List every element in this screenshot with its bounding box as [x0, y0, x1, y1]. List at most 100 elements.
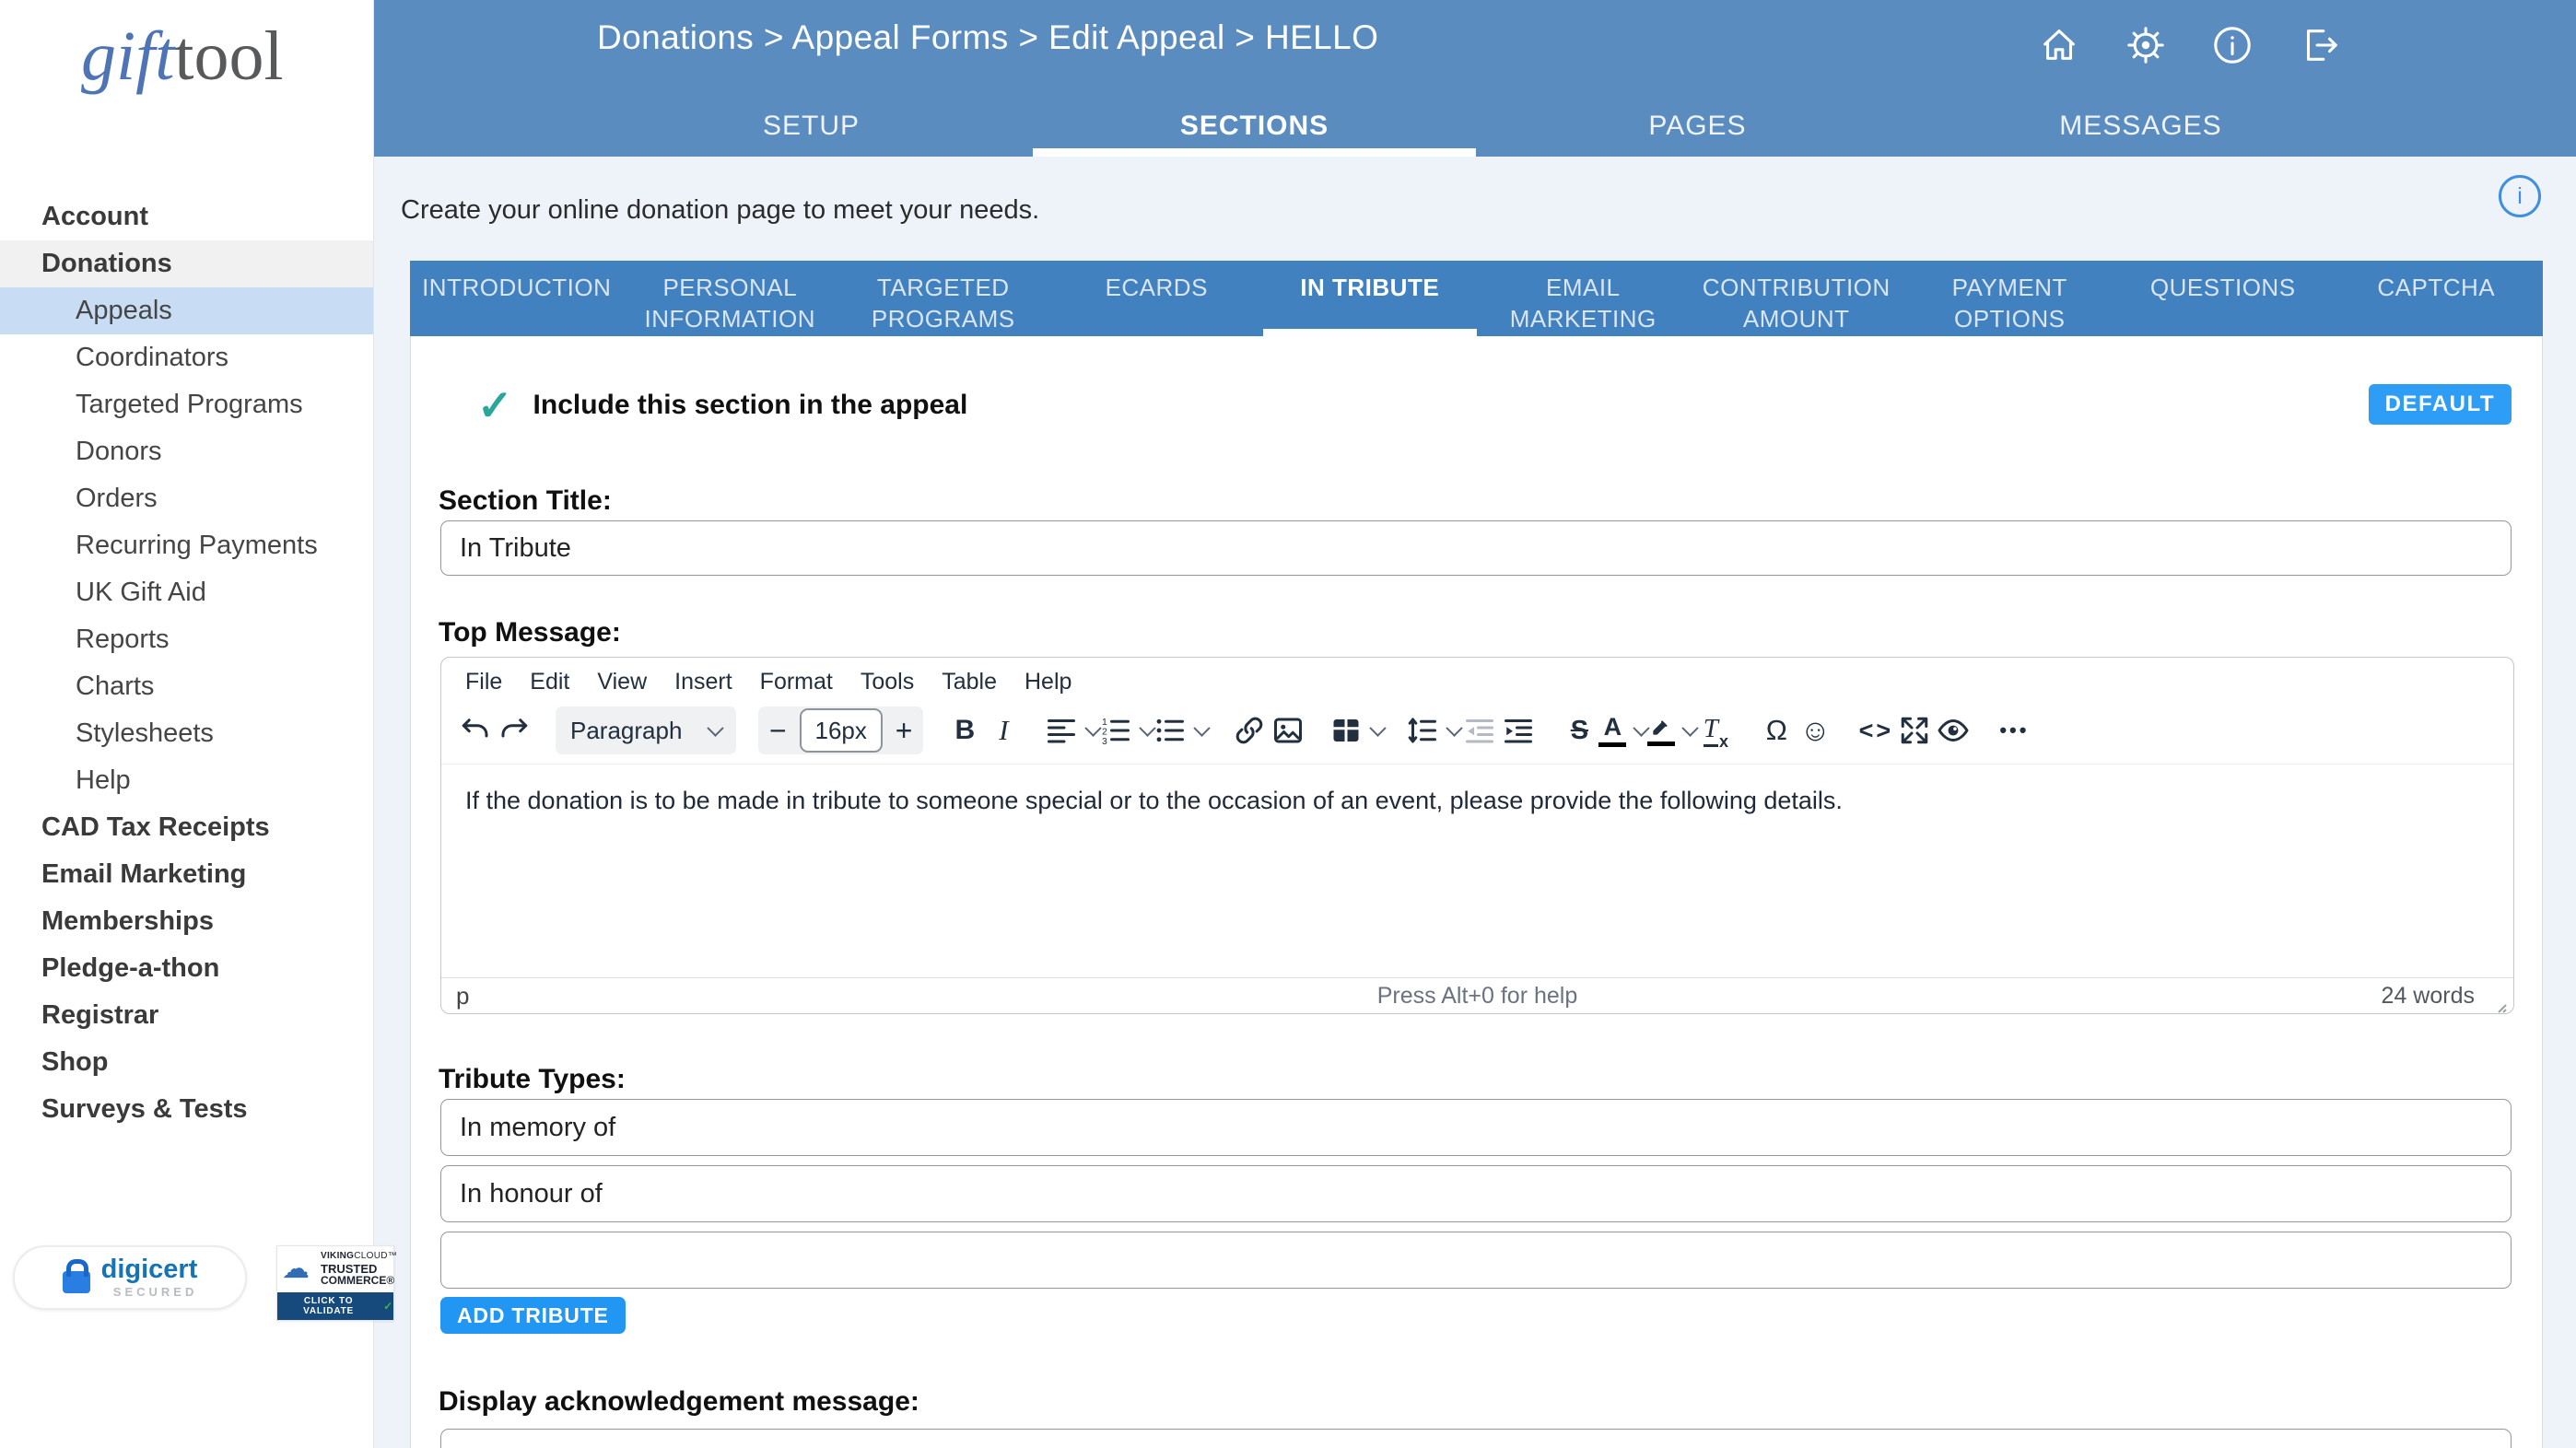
outdent-button[interactable] [1460, 709, 1499, 752]
gear-icon[interactable] [2125, 24, 2167, 66]
digicert-badge[interactable]: digicert SECURED [13, 1245, 247, 1310]
tribute-input-1[interactable] [440, 1099, 2512, 1156]
table-button[interactable] [1329, 709, 1384, 752]
checkmark-icon[interactable]: ✓ [477, 384, 513, 426]
emoji-button[interactable]: ☺ [1796, 709, 1834, 752]
sidebar-item-shop[interactable]: Shop [0, 1039, 373, 1086]
vikingcloud-trusted: TRUSTED [321, 1263, 397, 1276]
sidebar-item-reports[interactable]: Reports [0, 616, 373, 663]
sidebar-item-memberships[interactable]: Memberships [0, 898, 373, 945]
link-button[interactable] [1230, 709, 1269, 752]
sidebar-item-targeted-programs[interactable]: Targeted Programs [0, 381, 373, 428]
add-tribute-button[interactable]: ADD TRIBUTE [440, 1297, 626, 1334]
sidebar-item-surveys-tests[interactable]: Surveys & Tests [0, 1086, 373, 1133]
redo-button[interactable] [495, 709, 533, 752]
special-character-button[interactable]: Ω [1757, 709, 1796, 752]
menu-view[interactable]: View [597, 669, 647, 695]
sidebar-item-pledge-a-thon[interactable]: Pledge-a-thon [0, 945, 373, 992]
page-info-icon[interactable]: i [2499, 175, 2541, 217]
tab-messages[interactable]: MESSAGES [1919, 111, 2362, 157]
menu-insert[interactable]: Insert [674, 669, 732, 695]
more-toolbar-button[interactable]: ••• [1995, 709, 2033, 752]
header-icons [2038, 24, 2340, 66]
font-size-decrease-button[interactable]: − [769, 716, 787, 745]
gifttool-logo[interactable]: gifttool [81, 15, 284, 99]
logout-icon[interactable] [2298, 24, 2340, 66]
tab-personal-information[interactable]: PERSONAL INFORMATION [624, 261, 837, 336]
sidebar-item-help[interactable]: Help [0, 757, 373, 804]
font-size-increase-button[interactable]: + [896, 716, 913, 745]
strikethrough-button[interactable]: S [1560, 709, 1598, 752]
tribute-input-2[interactable] [440, 1165, 2512, 1222]
section-title-label: Section Title: [439, 485, 612, 517]
clear-formatting-button[interactable]: Tx [1696, 709, 1735, 752]
bold-button[interactable]: B [945, 709, 984, 752]
image-button[interactable] [1269, 709, 1307, 752]
menu-table[interactable]: Table [942, 669, 997, 695]
logo-tool: tool [174, 18, 283, 95]
tab-targeted-programs[interactable]: TARGETED PROGRAMS [837, 261, 1050, 336]
sidebar-nav: Account Donations Appeals Coordinators T… [0, 193, 373, 1133]
tab-payment-options[interactable]: PAYMENT OPTIONS [1903, 261, 2117, 336]
tab-setup[interactable]: SETUP [590, 111, 1033, 157]
menu-tools[interactable]: Tools [861, 669, 914, 695]
sidebar-item-appeals[interactable]: Appeals [0, 287, 373, 334]
tab-in-tribute[interactable]: IN TRIBUTE [1263, 261, 1477, 336]
main-content: Create your online donation page to meet… [373, 157, 2576, 1448]
default-button[interactable]: DEFAULT [2369, 384, 2512, 425]
tab-email-marketing[interactable]: EMAIL MARKETING [1477, 261, 1691, 336]
tab-questions[interactable]: QUESTIONS [2116, 261, 2330, 336]
line-height-button[interactable] [1406, 709, 1460, 752]
editor-body[interactable]: If the donation is to be made in tribute… [441, 765, 2513, 977]
sidebar-item-uk-gift-aid[interactable]: UK Gift Aid [0, 569, 373, 616]
logo-gift: gift [81, 18, 174, 95]
sidebar-item-coordinators[interactable]: Coordinators [0, 334, 373, 381]
menu-file[interactable]: File [465, 669, 502, 695]
tab-ecards[interactable]: ECARDS [1050, 261, 1264, 336]
section-tabs: INTRODUCTION PERSONAL INFORMATION TARGET… [410, 261, 2543, 336]
menu-help[interactable]: Help [1025, 669, 1071, 695]
menu-edit[interactable]: Edit [530, 669, 569, 695]
digicert-name: digicert [101, 1256, 198, 1283]
undo-button[interactable] [456, 709, 495, 752]
preview-button[interactable] [1934, 709, 1973, 752]
tab-contribution-amount[interactable]: CONTRIBUTION AMOUNT [1690, 261, 1903, 336]
info-icon[interactable] [2211, 24, 2254, 66]
home-icon[interactable] [2038, 24, 2080, 66]
sidebar-item-cad-tax-receipts[interactable]: CAD Tax Receipts [0, 804, 373, 851]
tab-introduction[interactable]: INTRODUCTION [410, 261, 624, 336]
section-title-input[interactable] [440, 520, 2512, 576]
main-tabs: SETUP SECTIONS PAGES MESSAGES [590, 111, 2362, 157]
text-color-button[interactable]: A [1598, 709, 1647, 752]
sidebar: gifttool Account Donations Appeals Coord… [0, 0, 374, 1448]
bullet-list-button[interactable] [1153, 709, 1208, 752]
highlight-button[interactable] [1647, 709, 1696, 752]
tab-sections[interactable]: SECTIONS [1033, 111, 1476, 157]
sidebar-item-donors[interactable]: Donors [0, 428, 373, 475]
sidebar-item-stylesheets[interactable]: Stylesheets [0, 710, 373, 757]
source-code-button[interactable]: <> [1856, 709, 1895, 752]
sidebar-item-orders[interactable]: Orders [0, 475, 373, 522]
chevron-down-icon [1370, 719, 1387, 736]
sidebar-item-account[interactable]: Account [0, 193, 373, 240]
sidebar-item-registrar[interactable]: Registrar [0, 992, 373, 1039]
menu-format[interactable]: Format [760, 669, 833, 695]
resize-handle-icon[interactable] [2493, 994, 2508, 1009]
block-format-select[interactable]: Paragraph [556, 706, 736, 754]
acknowledgement-input[interactable] [440, 1429, 2512, 1448]
italic-button[interactable]: I [984, 709, 1023, 752]
sidebar-item-charts[interactable]: Charts [0, 663, 373, 710]
numbered-list-button[interactable]: 123 [1099, 709, 1153, 752]
sidebar-item-donations[interactable]: Donations [0, 240, 373, 287]
sidebar-item-recurring-payments[interactable]: Recurring Payments [0, 522, 373, 569]
indent-button[interactable] [1499, 709, 1538, 752]
font-size-input[interactable]: 16px [800, 708, 883, 753]
tribute-input-3[interactable] [440, 1232, 2512, 1289]
click-to-validate-button[interactable]: CLICK TO VALIDATE ✓ [277, 1292, 393, 1320]
tab-pages[interactable]: PAGES [1476, 111, 1919, 157]
sidebar-item-email-marketing[interactable]: Email Marketing [0, 851, 373, 898]
fullscreen-button[interactable] [1895, 709, 1934, 752]
align-button[interactable] [1045, 709, 1099, 752]
vikingcloud-badge[interactable]: ☁ VIKINGCLOUD™ TRUSTED COMMERCE® CLICK T… [276, 1245, 394, 1321]
tab-captcha[interactable]: CAPTCHA [2330, 261, 2544, 336]
